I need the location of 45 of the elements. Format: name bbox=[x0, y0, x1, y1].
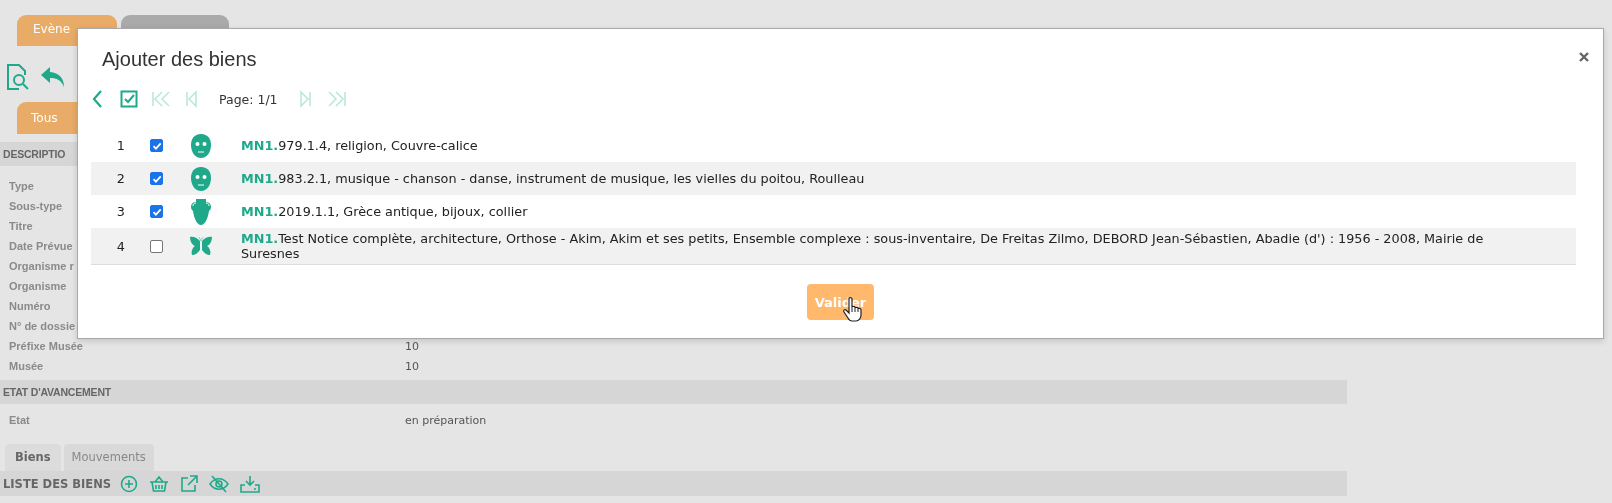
dialog-title: Ajouter des biens bbox=[102, 47, 257, 71]
field-label: Numéro bbox=[9, 300, 51, 312]
close-icon[interactable] bbox=[1579, 52, 1589, 62]
butterfly-icon bbox=[189, 235, 213, 257]
export-icon[interactable] bbox=[180, 474, 199, 493]
basket-icon[interactable] bbox=[149, 474, 170, 493]
field-label: Sous-type bbox=[9, 200, 63, 212]
hidden-eye-icon[interactable] bbox=[209, 474, 230, 493]
field-label: Type bbox=[9, 180, 34, 192]
field-value: 10 bbox=[405, 339, 420, 353]
mask-icon bbox=[190, 132, 212, 159]
item-description: MN1.979.1.4, religion, Couvre-calice bbox=[240, 137, 479, 155]
field-label: N° de dossie bbox=[9, 320, 76, 332]
field-label: Organisme bbox=[9, 280, 67, 292]
field-value: 10 bbox=[405, 359, 420, 373]
item-description: MN1.Test Notice complète, architecture, Orthose - Akim, Akim et ses petits, Ensemble complexe : sous-inventaire, De Freitas Zilmo, DEBORD Jean-Sébastien, Abadie (d') : 1956 - 2008, Mairie de Suresnes bbox=[240, 230, 1485, 263]
document-search-icon[interactable] bbox=[5, 63, 31, 91]
checkbox[interactable] bbox=[150, 172, 163, 185]
field-label: Etat bbox=[9, 414, 30, 426]
list-title: LISTE DES BIENS bbox=[3, 476, 112, 491]
select-all-icon[interactable] bbox=[119, 88, 141, 110]
item-description: MN1.2019.1.1, Grèce antique, bijoux, collier bbox=[240, 203, 529, 221]
download-icon[interactable] bbox=[240, 474, 261, 493]
page-indicator: Page: 1/1 bbox=[219, 91, 278, 107]
field-label: Musée bbox=[9, 360, 44, 372]
checkbox[interactable] bbox=[150, 205, 163, 218]
row-number: 2 bbox=[115, 171, 125, 186]
add-icon[interactable] bbox=[120, 474, 139, 493]
checkbox[interactable] bbox=[150, 139, 163, 152]
row-number: 4 bbox=[115, 238, 125, 254]
checkbox[interactable] bbox=[150, 239, 163, 253]
tab[interactable]: Biens bbox=[5, 444, 61, 471]
vase-icon bbox=[190, 197, 212, 226]
undo-icon[interactable] bbox=[40, 66, 66, 88]
mask-icon bbox=[190, 165, 212, 192]
item-description: MN1.983.2.1, musique - chanson - danse, instrument de musique, les vielles du poitou, Roulleau bbox=[240, 170, 866, 188]
tab[interactable]: Mouvements bbox=[63, 444, 154, 471]
field-label: Préfixe Musée bbox=[9, 340, 83, 352]
section-header: ETAT D'AVANCEMENT bbox=[0, 380, 1347, 404]
field-value: en préparation bbox=[405, 413, 488, 427]
field-label: Organisme r bbox=[9, 260, 74, 272]
field-label: Date Prévue bbox=[9, 240, 73, 252]
row-number: 3 bbox=[115, 204, 125, 219]
field-label: Titre bbox=[9, 220, 33, 232]
row-number: 1 bbox=[115, 138, 125, 153]
